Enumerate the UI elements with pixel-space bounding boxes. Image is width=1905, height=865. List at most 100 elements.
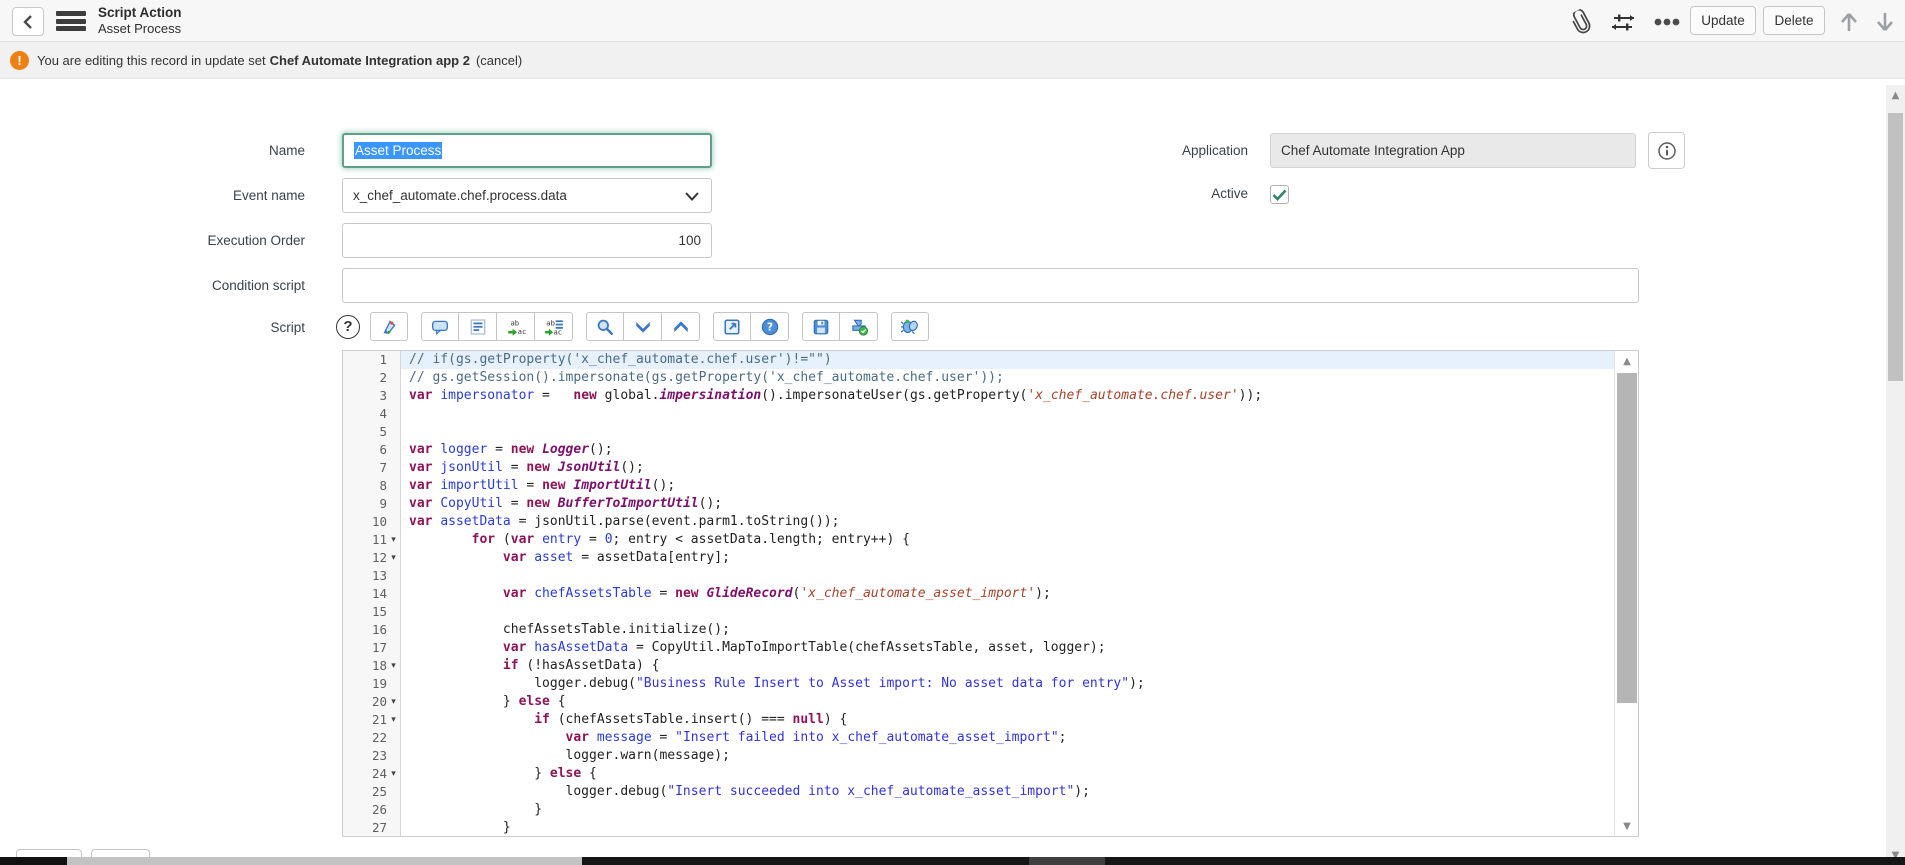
comment-code-button[interactable]: [421, 312, 459, 341]
page-scroll-up-icon[interactable]: ▲: [1886, 87, 1905, 103]
line-number-gutter: 19: [343, 675, 401, 693]
line-number-gutter: 16: [343, 621, 401, 639]
menu-icon[interactable]: [56, 11, 86, 31]
page-scrollbar[interactable]: ▲ ▼: [1886, 85, 1905, 865]
code-line[interactable]: 4: [343, 405, 1638, 423]
format-code-button[interactable]: [370, 312, 408, 341]
update-button[interactable]: Update: [1690, 6, 1756, 35]
find-previous-icon: [672, 320, 690, 334]
editor-help-button[interactable]: ?: [751, 312, 789, 341]
code-line[interactable]: 23 logger.warn(message);: [343, 747, 1638, 765]
script-code-editor[interactable]: 1// if(gs.getProperty('x_chef_automate.c…: [342, 350, 1639, 837]
editor-scroll-up-icon[interactable]: ▲: [1615, 353, 1639, 369]
code-line[interactable]: 20▾ } else {: [343, 693, 1638, 711]
condition-script-input[interactable]: [342, 268, 1639, 303]
search-button[interactable]: [586, 312, 624, 341]
save-icon: [812, 318, 830, 336]
editor-scrollbar[interactable]: ▲ ▼: [1614, 351, 1638, 836]
code-line[interactable]: 3var impersonator = new global.impersina…: [343, 387, 1638, 405]
code-line[interactable]: 24▾ } else {: [343, 765, 1638, 783]
code-line[interactable]: 12▾ var asset = assetData[entry];: [343, 549, 1638, 567]
code-line[interactable]: 13: [343, 567, 1638, 585]
code-line[interactable]: 9var CopyUtil = new BufferToImportUtil()…: [343, 495, 1638, 513]
application-info-button[interactable]: [1648, 132, 1685, 169]
script-toolbar: ? abacabac?: [336, 311, 942, 342]
fold-arrow-icon[interactable]: ▾: [387, 693, 400, 711]
delete-button[interactable]: Delete: [1763, 6, 1825, 35]
uncomment-code-button[interactable]: [459, 312, 497, 341]
line-number-gutter: 18▾: [343, 657, 401, 675]
fold-arrow-icon[interactable]: ▾: [387, 711, 400, 729]
code-line[interactable]: 21▾ if (chefAssetsTable.insert() === nul…: [343, 711, 1638, 729]
cancel-update-set-link[interactable]: (cancel): [476, 53, 522, 68]
fold-arrow-icon[interactable]: ▾: [387, 531, 400, 549]
code-line[interactable]: 19 logger.debug("Business Rule Insert to…: [343, 675, 1638, 693]
code-line[interactable]: 15: [343, 603, 1638, 621]
replace-all-button[interactable]: abac: [535, 312, 573, 341]
debug-button[interactable]: [891, 312, 929, 341]
code-line[interactable]: 17 var hasAssetData = CopyUtil.MapToImpo…: [343, 639, 1638, 657]
execution-order-input[interactable]: 100: [342, 223, 712, 258]
format-code-icon: [380, 318, 398, 336]
name-input[interactable]: Asset Process: [342, 133, 712, 168]
line-number: 13: [372, 567, 387, 585]
line-number: 10: [372, 513, 387, 531]
script-help-icon[interactable]: ?: [336, 315, 360, 339]
code-line[interactable]: 18▾ if (!hasAssetData) {: [343, 657, 1638, 675]
code-line[interactable]: 11▾ for (var entry = 0; entry < assetDat…: [343, 531, 1638, 549]
fold-arrow-icon[interactable]: ▾: [387, 549, 400, 567]
code-line[interactable]: 14 var chefAssetsTable = new GlideRecord…: [343, 585, 1638, 603]
form-sliders-button[interactable]: [1610, 9, 1636, 35]
next-record-button[interactable]: [1872, 9, 1898, 35]
editor-scrollbar-thumb[interactable]: [1617, 373, 1637, 703]
previous-record-button[interactable]: [1836, 9, 1862, 35]
line-number-gutter: 3: [343, 387, 401, 405]
active-checkbox[interactable]: [1270, 185, 1289, 204]
code-line[interactable]: 27 }: [343, 819, 1638, 837]
code-text: logger.debug("Business Rule Insert to As…: [401, 675, 1638, 693]
back-icon: [22, 14, 34, 30]
code-line[interactable]: 1// if(gs.getProperty('x_chef_automate.c…: [343, 351, 1638, 369]
code-line[interactable]: 8var importUtil = new ImportUtil();: [343, 477, 1638, 495]
fold-arrow-icon[interactable]: ▾: [387, 657, 400, 675]
page-scrollbar-thumb[interactable]: [1888, 113, 1903, 381]
code-line[interactable]: 5: [343, 423, 1638, 441]
name-input-value: Asset Process: [354, 142, 442, 159]
code-line[interactable]: 16 chefAssetsTable.initialize();: [343, 621, 1638, 639]
code-text: // gs.getSession().impersonate(gs.getPro…: [401, 369, 1638, 387]
code-line[interactable]: 6var logger = new Logger();: [343, 441, 1638, 459]
line-number-gutter: 12▾: [343, 549, 401, 567]
line-number-gutter: 4: [343, 405, 401, 423]
save-button[interactable]: [802, 312, 840, 341]
attachment-button[interactable]: [1568, 9, 1594, 35]
editor-scroll-down-icon[interactable]: ▼: [1615, 818, 1639, 834]
find-next-button[interactable]: [624, 312, 662, 341]
event-name-select[interactable]: x_chef_automate.chef.process.data: [342, 178, 712, 213]
svg-text:ac: ac: [517, 327, 525, 336]
condition-script-label: Condition script: [45, 278, 305, 293]
find-previous-button[interactable]: [662, 312, 700, 341]
more-options-button[interactable]: [1650, 9, 1684, 35]
toolbar-group: abacabac: [421, 312, 573, 341]
code-line[interactable]: 7var jsonUtil = new JsonUtil();: [343, 459, 1638, 477]
line-number: 17: [372, 639, 387, 657]
line-number: 2: [379, 369, 387, 387]
syntax-check-button[interactable]: [840, 312, 878, 341]
application-value: Chef Automate Integration App: [1281, 143, 1465, 158]
code-line[interactable]: 22 var message = "Insert failed into x_c…: [343, 729, 1638, 747]
replace-button[interactable]: abac: [497, 312, 535, 341]
line-number-gutter: 13: [343, 567, 401, 585]
code-line[interactable]: 26 }: [343, 801, 1638, 819]
line-number: 12: [372, 549, 387, 567]
full-screen-button[interactable]: [713, 312, 751, 341]
execution-order-label: Execution Order: [45, 233, 305, 248]
code-line[interactable]: 2 // gs.getSession().impersonate(gs.getPr…: [343, 369, 1638, 387]
line-number: 22: [372, 729, 387, 747]
code-line[interactable]: 10var assetData = jsonUtil.parse(event.p…: [343, 513, 1638, 531]
fold-arrow-icon[interactable]: ▾: [387, 765, 400, 783]
code-text: var impersonator = new global.impersinat…: [401, 387, 1638, 405]
line-number-gutter: 22: [343, 729, 401, 747]
line-number: 25: [372, 783, 387, 801]
back-button[interactable]: [12, 7, 44, 36]
code-line[interactable]: 25 logger.debug("Insert succeeded into x…: [343, 783, 1638, 801]
